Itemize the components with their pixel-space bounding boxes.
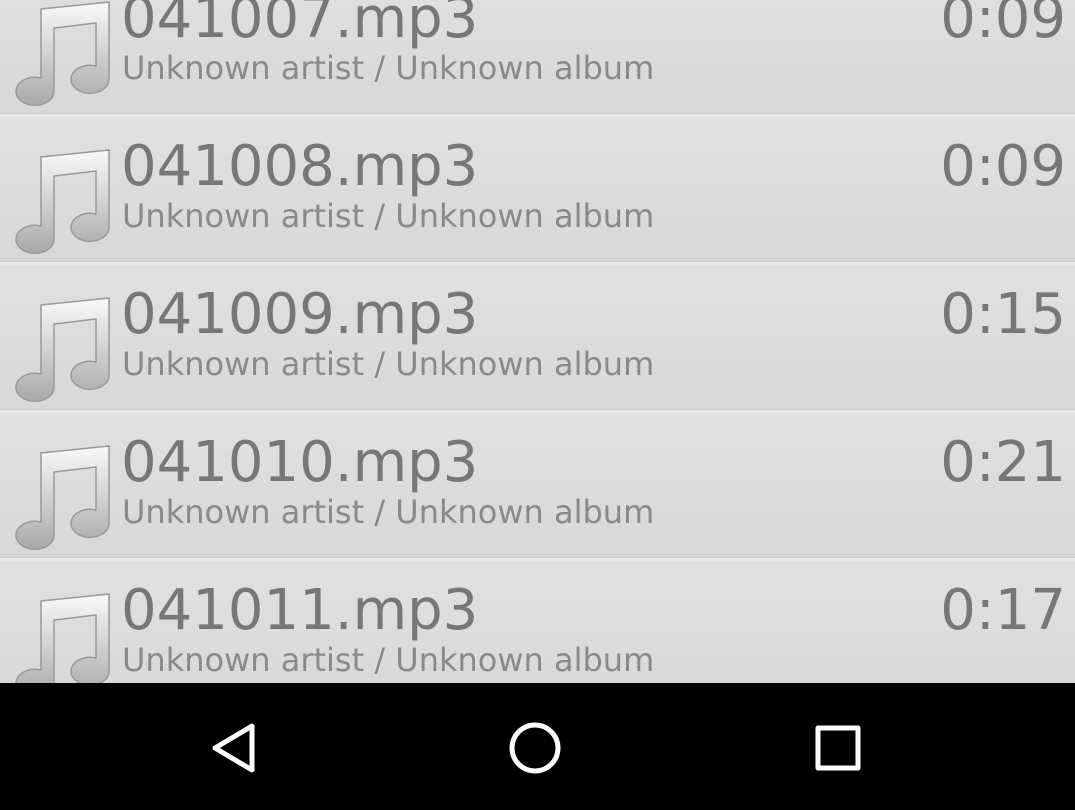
track-artist-album: Unknown artist / Unknown album: [122, 493, 655, 531]
back-button[interactable]: [190, 708, 280, 788]
track-row[interactable]: 041010.mp3 0:21 Unknown artist / Unknown…: [0, 413, 1075, 561]
track-duration: 0:09: [940, 134, 1066, 199]
track-title: 041010.mp3: [121, 430, 479, 495]
music-note-icon: [15, 297, 110, 402]
track-artist-album: Unknown artist / Unknown album: [122, 197, 655, 235]
track-title: 041009.mp3: [121, 282, 479, 347]
track-artist-album: Unknown artist / Unknown album: [122, 49, 655, 87]
track-row[interactable]: 041008.mp3 0:09 Unknown artist / Unknown…: [0, 117, 1075, 265]
track-title: 041008.mp3: [121, 134, 479, 199]
music-note-icon: [15, 1, 110, 106]
track-title: 041011.mp3: [121, 578, 479, 643]
track-artist-album: Unknown artist / Unknown album: [122, 641, 655, 679]
music-app-screen: 041007.mp3 0:09 Unknown artist / Unknown…: [0, 0, 1075, 810]
system-navigation-bar: [0, 683, 1075, 810]
recents-button[interactable]: [793, 708, 883, 788]
music-note-icon: [15, 149, 110, 254]
track-duration: 0:21: [940, 430, 1066, 495]
recents-square-icon: [815, 725, 861, 771]
music-note-icon: [15, 445, 110, 550]
track-duration: 0:17: [940, 578, 1066, 643]
home-button[interactable]: [490, 708, 580, 788]
track-title: 041007.mp3: [121, 0, 479, 51]
track-artist-album: Unknown artist / Unknown album: [122, 345, 655, 383]
track-row[interactable]: 041007.mp3 0:09 Unknown artist / Unknown…: [0, 0, 1075, 117]
track-duration: 0:15: [940, 282, 1066, 347]
track-duration: 0:09: [940, 0, 1066, 51]
home-circle-icon: [509, 722, 561, 774]
track-list[interactable]: 041007.mp3 0:09 Unknown artist / Unknown…: [0, 0, 1075, 710]
track-row[interactable]: 041009.mp3 0:15 Unknown artist / Unknown…: [0, 265, 1075, 413]
back-triangle-icon: [212, 723, 255, 773]
